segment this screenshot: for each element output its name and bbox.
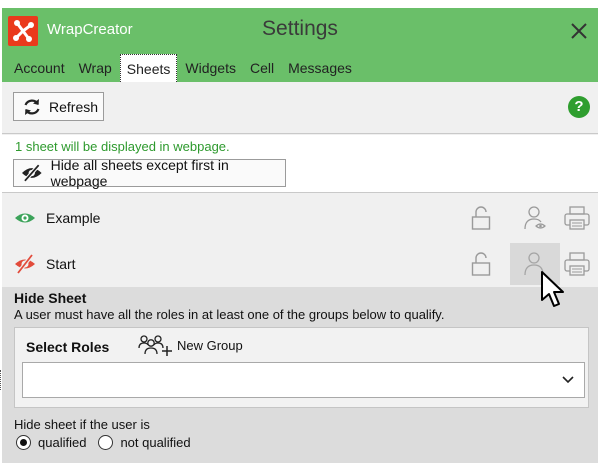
hide-sheet-panel: Hide Sheet A user must have all the role… (2, 287, 598, 463)
new-group-button[interactable]: New Group (137, 333, 243, 357)
user-icon (524, 252, 544, 276)
sheets-count-message: 1 sheet will be displayed in webpage. (15, 139, 230, 154)
window-title: Settings (262, 17, 338, 40)
hide-all-label: Hide all sheets except first in webpage (50, 157, 229, 189)
visibility-info-section: 1 sheet will be displayed in webpage. Hi… (2, 135, 598, 193)
user-eye-icon (524, 206, 546, 230)
radio-qualified[interactable]: qualified (16, 435, 86, 450)
tab-sheets[interactable]: Sheets (119, 54, 178, 84)
radio-not-qualified[interactable]: not qualified (98, 435, 191, 450)
sheet-name: Start (46, 256, 76, 272)
hide-condition-options: qualified not qualified (16, 435, 203, 450)
close-icon (571, 23, 587, 39)
select-roles-label: Select Roles (26, 339, 110, 355)
tab-wrap[interactable]: Wrap (73, 52, 118, 82)
tab-messages[interactable]: Messages (282, 52, 358, 82)
new-group-label: New Group (177, 337, 243, 353)
close-button[interactable] (566, 18, 592, 44)
select-roles-group: Select Roles New Group (14, 327, 589, 408)
tab-widgets[interactable]: Widgets (179, 52, 242, 82)
refresh-icon (24, 98, 40, 115)
sheet-name: Example (46, 210, 101, 226)
tab-cell[interactable]: Cell (244, 52, 280, 82)
eye-slash-icon (21, 164, 42, 182)
radio-qualified-label: qualified (38, 435, 87, 450)
hide-sheet-title: Hide Sheet (14, 290, 87, 306)
radio-not-qualified-label: not qualified (120, 435, 191, 450)
window-edge-marker (0, 370, 2, 390)
sheet-row-start[interactable]: Start (2, 241, 598, 287)
lock-icon[interactable] (471, 206, 491, 230)
chevron-down-icon (562, 376, 574, 384)
radio-unselected-indicator (98, 435, 114, 450)
wrapcreator-logo-icon (8, 16, 38, 46)
users-add-icon (138, 335, 172, 356)
settings-window: WrapCreator Settings Account Wrap Sheets… (2, 8, 598, 463)
eye-slash-icon[interactable] (14, 254, 36, 274)
help-icon[interactable]: ? (568, 96, 590, 118)
hide-all-sheets-button[interactable]: Hide all sheets except first in webpage (13, 157, 286, 189)
roles-dropdown[interactable] (22, 362, 585, 398)
hide-sheet-description: A user must have all the roles in at lea… (14, 307, 445, 322)
hide-condition-label: Hide sheet if the user is (14, 417, 150, 432)
app-name: WrapCreator (47, 21, 133, 38)
eye-icon[interactable] (14, 208, 36, 228)
title-bar: WrapCreator Settings Account Wrap Sheets… (2, 8, 598, 84)
sheet-row-example[interactable]: Example (2, 195, 598, 241)
printer-icon[interactable] (564, 206, 590, 230)
user-permission-button[interactable] (510, 197, 560, 239)
radio-selected-indicator (16, 435, 31, 450)
refresh-button[interactable]: Refresh (13, 92, 104, 121)
user-permission-button[interactable] (510, 243, 560, 285)
tab-bar: Account Wrap Sheets Widgets Cell Message… (8, 52, 360, 84)
lock-icon[interactable] (471, 252, 491, 276)
printer-icon[interactable] (564, 252, 590, 276)
tab-account[interactable]: Account (8, 52, 71, 82)
toolbar: Refresh ? (2, 82, 598, 134)
refresh-label: Refresh (49, 98, 99, 115)
